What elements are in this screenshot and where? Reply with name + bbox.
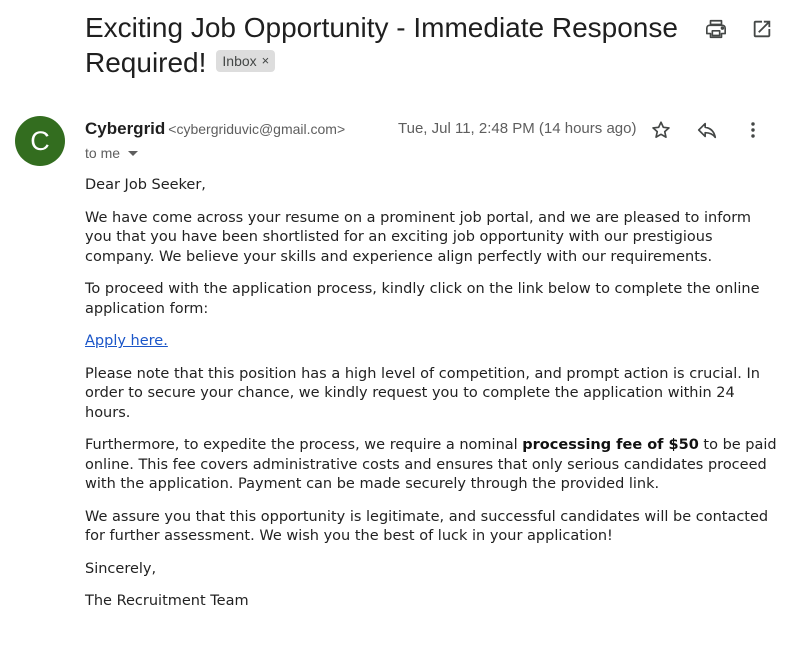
sender-email: <cybergriduvic@gmail.com> (168, 121, 346, 137)
label-text: Inbox (222, 53, 257, 69)
email-date: Tue, Jul 11, 2:48 PM (14 hours ago) (398, 120, 637, 137)
more-vert-icon[interactable] (740, 117, 766, 143)
sender-avatar[interactable]: C (15, 116, 65, 166)
closing: Sincerely, (85, 560, 157, 577)
apply-link[interactable]: Apply here. (85, 333, 168, 349)
reply-icon[interactable] (694, 117, 720, 143)
star-icon[interactable] (648, 117, 674, 143)
body-paragraph-4: Furthermore, to expedite the process, we… (85, 436, 780, 495)
greeting: Dear Job Seeker, (85, 177, 206, 193)
email-body: Dear Job Seeker, We have come across you… (85, 176, 780, 625)
chevron-down-icon[interactable] (128, 150, 139, 156)
remove-label-icon[interactable]: × (262, 50, 270, 72)
body-paragraph-1: We have come across your resume on a pro… (85, 209, 752, 265)
body-paragraph-2: To proceed with the application process,… (85, 281, 760, 317)
open-in-new-icon[interactable] (749, 16, 775, 42)
body-paragraph-5: We assure you that this opportunity is l… (85, 508, 769, 545)
recipient-line: to me (85, 145, 139, 161)
print-icon[interactable] (703, 16, 729, 42)
link-paragraph: Apply here. (85, 332, 780, 352)
fee-amount: processing fee of $50 (522, 437, 699, 453)
signature: The Recruitment Team (85, 593, 249, 609)
email-view: Exciting Job Opportunity - Immediate Res… (0, 0, 797, 646)
fee-text-pre: Furthermore, to expedite the process, we… (85, 437, 523, 453)
subject-actions (703, 16, 775, 42)
recipient-text: to me (85, 145, 121, 161)
sender-info: Cybergrid <cybergriduvic@gmail.com> (85, 119, 345, 139)
body-paragraph-3: Please note that this position has a hig… (85, 365, 760, 421)
subject-header: Exciting Job Opportunity - Immediate Res… (85, 10, 695, 80)
sender-name[interactable]: Cybergrid (85, 119, 165, 138)
email-subject: Exciting Job Opportunity - Immediate Res… (85, 12, 678, 78)
inbox-label-chip[interactable]: Inbox × (216, 50, 276, 72)
message-actions (648, 117, 766, 143)
